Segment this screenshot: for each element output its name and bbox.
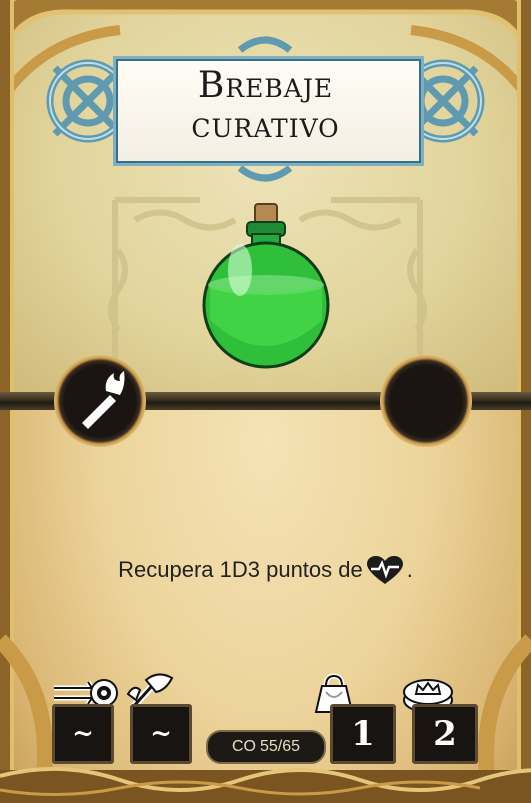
co-label: CO	[231, 738, 256, 755]
melee-stat-box: ~	[130, 704, 192, 764]
co-value: 55/65	[259, 738, 301, 755]
co-badge: CO 55/65	[206, 730, 326, 764]
left-slot-token	[54, 355, 146, 447]
card-title-line2: curativo	[191, 105, 340, 146]
ranged-value: ~	[72, 719, 94, 749]
cost-stat-box: 2	[412, 704, 478, 764]
item-card[interactable]: Brebaje curativo Recupera 1D3 puntos de …	[0, 0, 531, 803]
description-prefix: Recupera 1D3 puntos de	[118, 556, 363, 582]
ranged-stat-box: ~	[52, 704, 114, 764]
card-description: Recupera 1D3 puntos de .	[0, 556, 531, 586]
description-suffix: .	[406, 556, 413, 582]
cost-value: 2	[433, 714, 457, 754]
torch-icon	[82, 371, 125, 429]
weight-stat-box: 1	[330, 704, 396, 764]
weight-value: 1	[351, 714, 375, 754]
card-title: Brebaje curativo	[113, 66, 418, 146]
heart-pulse-icon	[366, 556, 403, 584]
card-title-line1: Brebaje	[197, 65, 334, 106]
melee-value: ~	[150, 719, 172, 749]
right-slot-token	[380, 355, 472, 447]
